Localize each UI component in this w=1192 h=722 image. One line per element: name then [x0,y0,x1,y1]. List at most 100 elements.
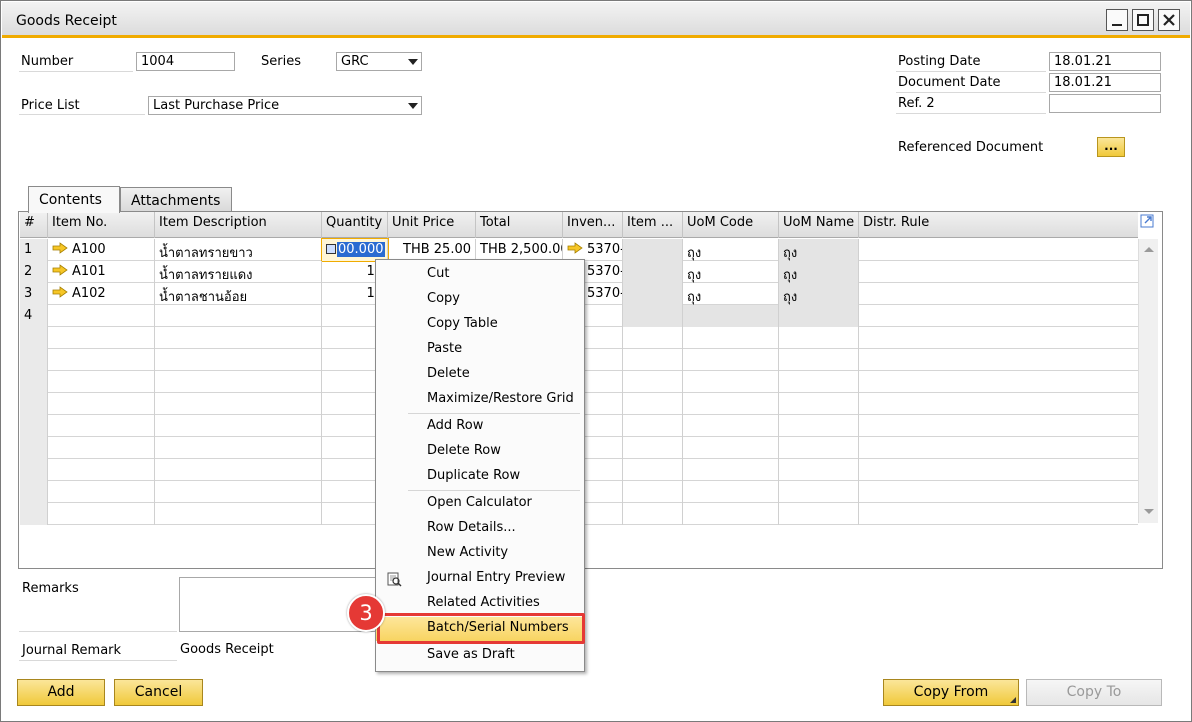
number-label: Number [21,54,74,69]
distr-rule-cell[interactable] [859,305,1138,327]
grid-cell [683,415,779,437]
menu-item-journal-entry-preview[interactable]: Journal Entry Preview [376,567,584,591]
item-no-cell[interactable]: A102 [48,283,155,305]
price-list-label: Price List [21,98,80,113]
item-no-cell[interactable]: A100 [48,239,155,261]
menu-item-delete[interactable]: Delete [376,363,584,387]
window-title: Goods Receipt [16,13,117,29]
grid-cell [623,481,683,503]
posting-date-field[interactable]: 18.01.21 [1049,52,1161,71]
col-header-item-description[interactable]: Item Description [155,212,322,238]
minimize-icon [1112,24,1122,26]
copy-from-button[interactable]: Copy From [883,679,1019,706]
quantity-cell[interactable]: 00.000 [321,238,389,262]
uom-name-cell [779,305,859,327]
series-value: GRC [341,54,369,69]
menu-item-copy-table[interactable]: Copy Table [376,313,584,337]
grid-cell [48,371,155,393]
minimize-button[interactable] [1106,9,1128,31]
remarks-label: Remarks [22,581,79,596]
menu-item-duplicate-row[interactable]: Duplicate Row [376,465,584,489]
series-select[interactable]: GRC [336,52,422,71]
row-number [20,481,48,503]
col-header-total[interactable]: Total [476,212,563,238]
col-header-inventory[interactable]: Inven... [563,212,623,238]
link-arrow-icon[interactable] [52,264,68,276]
grid-cell [48,459,155,481]
uom-code-cell[interactable]: ถุง [683,261,779,283]
price-list-underline [19,114,145,115]
col-header-quantity[interactable]: Quantity [322,212,388,238]
menu-item-copy[interactable]: Copy [376,288,584,312]
uom-name-cell: ถุง [779,239,859,261]
close-button[interactable] [1158,9,1180,31]
tab-attachments[interactable]: Attachments [120,187,232,213]
inventory-account-cell[interactable]: 5370- [563,239,623,261]
item-description-cell[interactable]: น้ำตาลทรายขาว [155,239,322,261]
grid-vertical-scrollbar[interactable] [1138,239,1158,523]
uom-name-cell: ถุง [779,261,859,283]
grid-cell [683,349,779,371]
col-header-item-no[interactable]: Item No. [48,212,155,238]
calculator-icon[interactable] [326,244,336,254]
distr-rule-cell[interactable] [859,283,1138,305]
grid-cell [683,393,779,415]
uom-code-cell[interactable]: ถุง [683,239,779,261]
expand-grid-icon[interactable] [1138,212,1158,232]
maximize-button[interactable] [1132,9,1154,31]
document-date-field[interactable]: 18.01.21 [1049,73,1161,92]
tab-contents-label: Contents [39,192,102,208]
dropdown-corner-icon [1010,697,1016,703]
menu-item-add-row[interactable]: Add Row [376,415,584,439]
scroll-down-icon[interactable] [1143,507,1155,517]
col-header-distr-rule[interactable]: Distr. Rule [859,212,1138,238]
journal-remark-field[interactable]: Goods Receipt [177,640,399,660]
col-header-number[interactable]: # [20,212,48,238]
menu-item-new-activity[interactable]: New Activity [376,542,584,566]
grid-cell [779,481,859,503]
row-number: 2 [20,261,48,283]
scroll-up-icon[interactable] [1143,244,1155,254]
item-description-cell[interactable] [155,305,322,327]
grid-cell [779,371,859,393]
total-cell[interactable]: THB 2,500.00 [476,239,563,261]
item-description-cell[interactable]: น้ำตาลทรายแดง [155,261,322,283]
unit-price-cell[interactable]: THB 25.00 [388,239,476,261]
menu-item-maximize-restore-grid[interactable]: Maximize/Restore Grid [376,388,584,412]
cancel-button[interactable]: Cancel [114,679,203,706]
quantity-value: 00.000 [337,242,385,257]
grid-cell [48,327,155,349]
menu-item-row-details[interactable]: Row Details... [376,517,584,541]
table-row[interactable]: 1 A100 น้ำตาลทรายขาว 00.000 THB 25.00 TH… [20,238,1138,262]
menu-item-cut[interactable]: Cut [376,263,584,287]
link-arrow-icon[interactable] [52,286,68,298]
item-no-cell[interactable]: A101 [48,261,155,283]
menu-item-delete-row[interactable]: Delete Row [376,440,584,464]
distr-rule-cell[interactable] [859,239,1138,261]
menu-item-paste[interactable]: Paste [376,338,584,362]
grid-cell [48,415,155,437]
grid-cell [623,437,683,459]
item-no-cell[interactable] [48,305,155,327]
copy-from-label: Copy From [913,684,989,700]
col-header-uom-name[interactable]: UoM Name [779,212,859,238]
number-field[interactable]: 1004 [136,52,235,71]
tab-contents[interactable]: Contents [28,186,120,213]
col-header-item[interactable]: Item ... [623,212,683,238]
menu-item-open-calculator[interactable]: Open Calculator [376,492,584,516]
ref2-field[interactable] [1049,94,1161,113]
add-button[interactable]: Add [17,679,105,706]
grid-header: # Item No. Item Description Quantity Uni… [20,212,1138,238]
col-header-uom-code[interactable]: UoM Code [683,212,779,238]
referenced-document-button[interactable]: ... [1097,137,1125,157]
col-header-unit-price[interactable]: Unit Price [388,212,476,238]
menu-item-save-as-draft[interactable]: Save as Draft [376,644,584,668]
distr-rule-cell[interactable] [859,261,1138,283]
uom-code-cell[interactable]: ถุง [683,283,779,305]
grid-cell [779,415,859,437]
remarks-underline [19,631,177,632]
link-arrow-icon[interactable] [567,242,583,254]
price-list-select[interactable]: Last Purchase Price [148,96,422,115]
link-arrow-icon[interactable] [52,242,68,254]
item-description-cell[interactable]: น้ำตาลชานอ้อย [155,283,322,305]
